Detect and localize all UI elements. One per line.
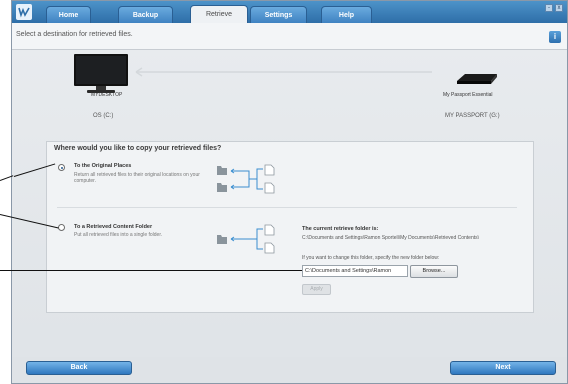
app-window: Home Backup Retrieve Settings Help - x S… [11,0,568,384]
current-folder-heading: The current retrieve folder is: [302,226,379,232]
option-divider [57,207,517,208]
next-button[interactable]: Next [450,361,556,375]
close-button[interactable]: x [555,4,563,12]
info-button[interactable]: i [549,31,561,43]
option-original-title: To the Original Places [74,163,132,169]
tab-backup[interactable]: Backup [118,6,173,23]
instruction-text: Select a destination for retrieved files… [16,31,133,38]
retrieved-folder-radio[interactable] [58,224,65,231]
back-button[interactable]: Back [26,361,132,375]
option-folder-title: To a Retrieved Content Folder [74,224,153,230]
apply-button[interactable]: Apply [302,284,331,295]
source-drive-label: OS (C:) [93,113,114,119]
tab-help[interactable]: Help [321,6,372,23]
passport-drive-icon [455,71,499,92]
folder-to-folders-icon [217,163,279,200]
minimize-button[interactable]: - [545,4,553,12]
transfer-arrow-icon [132,64,442,82]
target-drive-label: MY PASSPORT (G:) [445,113,500,119]
option-original-desc: Return all retrieved files to their orig… [74,172,200,184]
option-folder-desc: Put all retrieved files into a single fo… [74,232,163,238]
callout-line-input [0,270,302,271]
wd-logo-icon [16,4,32,20]
tab-retrieve[interactable]: Retrieve [190,5,248,23]
folder-path-input[interactable] [302,265,408,277]
change-folder-prompt: If you want to change this folder, speci… [302,255,440,261]
current-folder-path: C:\Documents and Settings\Ramon Sporteli… [302,235,480,241]
target-device-name: My Passport Essential [443,92,493,98]
question-heading: Where would you like to copy your retrie… [54,145,222,152]
title-bar: Home Backup Retrieve Settings Help - x [12,1,567,23]
source-device-name: MYDESKTOP [91,92,123,98]
original-places-radio[interactable] [58,164,65,171]
browse-button[interactable]: Browse... [410,265,458,278]
instruction-bar: Select a destination for retrieved files… [12,23,567,50]
tab-settings[interactable]: Settings [250,6,307,23]
folder-from-files-icon [217,223,279,260]
tab-home[interactable]: Home [46,6,91,23]
